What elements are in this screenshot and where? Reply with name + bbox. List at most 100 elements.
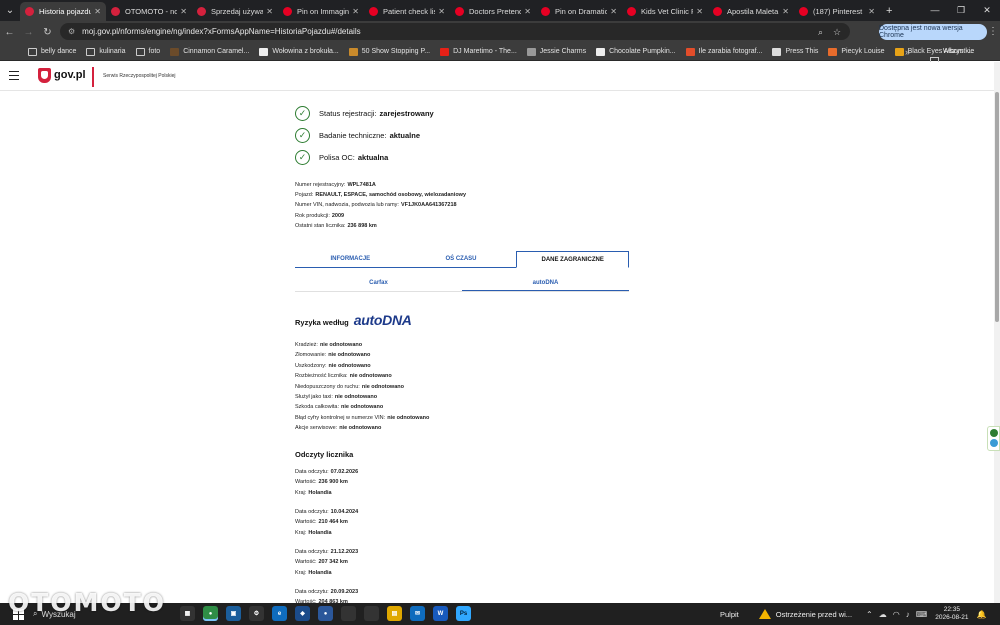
close-circle-icon[interactable]: [989, 429, 998, 437]
odometer-date: Data odczytu: 20.09.2023: [295, 589, 358, 595]
app-icon[interactable]: ◆: [295, 606, 310, 621]
bookmark-item[interactable]: Wołowina z brokuła...: [259, 47, 339, 56]
status-label: Status rejestracji:: [319, 108, 377, 118]
bookmark-item[interactable]: foto: [135, 47, 160, 56]
bookmark-item[interactable]: kulinaria: [86, 47, 126, 56]
reload-icon[interactable]: ↻: [38, 27, 57, 38]
address-bar[interactable]: ⚙ moj.gov.pl/nforms/engine/ng/index?xFor…: [60, 23, 850, 40]
bookmark-item[interactable]: Jessie Charms: [526, 47, 586, 56]
bookmark-item[interactable]: DJ Maretimo - The...: [440, 47, 517, 56]
blank-icon[interactable]: [341, 606, 356, 621]
warning-notification[interactable]: Ostrzeżenie przed wi...: [758, 609, 852, 619]
bookmark-item[interactable]: Cinnamon Caramel...: [170, 47, 249, 56]
risk-item: Uszkodzony: nie odnotowano: [295, 363, 371, 369]
close-window-icon[interactable]: ✕: [974, 0, 1000, 21]
back-icon[interactable]: ←: [0, 27, 19, 38]
edge-icon[interactable]: e: [272, 606, 287, 621]
tab-carfax[interactable]: Carfax: [295, 276, 462, 291]
page-scrollbar[interactable]: [994, 62, 1000, 603]
close-tab-icon[interactable]: ✕: [266, 7, 273, 16]
browser-tab[interactable]: Historia pojazdu ✕: [20, 2, 106, 21]
bookmark-item[interactable]: belly dance: [28, 47, 76, 56]
chrome-update-button[interactable]: Dostępna jest nowa wersja Chrome: [879, 24, 987, 40]
system-tray: Pulpit Ostrzeżenie przed wi... ⌃ ☁ ◠ ♪ ⌨…: [720, 603, 987, 625]
bookmark-item[interactable]: Chocolate Pumpkin...: [596, 47, 676, 56]
browser-tab[interactable]: Kids Vet Clinic Pa✕: [622, 2, 708, 21]
scrollbar-thumb[interactable]: [995, 92, 999, 322]
close-tab-icon[interactable]: ✕: [782, 7, 789, 16]
gov-pl-logo[interactable]: gov.pl: [54, 69, 86, 81]
forward-icon[interactable]: →: [19, 27, 38, 38]
site-info-icon[interactable]: ⚙: [68, 27, 75, 36]
mail-icon[interactable]: ✉: [410, 606, 425, 621]
close-tab-icon[interactable]: ✕: [180, 7, 187, 16]
photoshop-icon[interactable]: Ps: [456, 606, 471, 621]
volume-icon[interactable]: ♪: [906, 610, 910, 619]
browser-tab[interactable]: OTOMOTO - nowe✕: [106, 2, 192, 21]
browser-tab[interactable]: (187) Pinterest ✕: [794, 2, 880, 21]
task-view-icon[interactable]: ▦: [180, 606, 195, 621]
close-tab-icon[interactable]: ✕: [438, 7, 445, 16]
tab-os-czasu[interactable]: OŚ CZASU: [406, 251, 517, 267]
widget-icon[interactable]: [989, 439, 998, 447]
bookmark-label: Wołowina z brokuła...: [272, 48, 339, 55]
check-circle-icon: ✓: [295, 127, 310, 143]
blank-icon-2[interactable]: [364, 606, 379, 621]
close-tab-icon[interactable]: ✕: [524, 7, 531, 16]
risk-item: Rozbieżność licznika: nie odnotowano: [295, 373, 392, 379]
browser-tab[interactable]: Sprzedaj używane✕: [192, 2, 278, 21]
app-blue-icon[interactable]: ●: [318, 606, 333, 621]
menu-kebab-icon[interactable]: ⋮: [988, 21, 998, 43]
bookmark-item[interactable]: Ile zarabia fotograf...: [685, 47, 762, 56]
browser-tab[interactable]: Pin on Dramatic ✕: [536, 2, 622, 21]
bookmarks-overflow-icon[interactable]: »: [905, 43, 910, 61]
otomoto-watermark: OTOMOTO: [8, 588, 166, 617]
bookmark-item[interactable]: Press This: [772, 47, 818, 56]
bookmark-label: Chocolate Pumpkin...: [609, 48, 676, 55]
new-tab-button[interactable]: +: [886, 5, 892, 17]
bookmark-favicon-icon: [685, 47, 695, 56]
odometer-value: Holandia: [308, 529, 332, 536]
settings-icon[interactable]: ⚙: [249, 606, 264, 621]
browser-tab[interactable]: Pin on Immagini ✕: [278, 2, 364, 21]
browser-tab[interactable]: Doctors Pretend ✕: [450, 2, 536, 21]
chevron-up-icon[interactable]: ⌃: [866, 610, 873, 619]
browser-tab[interactable]: Patient check list ✕: [364, 2, 450, 21]
hamburger-menu-icon[interactable]: [9, 71, 19, 83]
clock[interactable]: 22:35 2026-08-21: [935, 606, 968, 622]
close-tab-icon[interactable]: ✕: [696, 7, 703, 16]
notification-bell-icon[interactable]: 🔔: [977, 610, 987, 619]
bookmark-item[interactable]: Piecyk Louise: [828, 47, 885, 56]
minimize-icon[interactable]: —: [922, 0, 948, 21]
cloud-icon[interactable]: ☁: [879, 610, 887, 619]
chrome-icon[interactable]: ●: [203, 606, 218, 621]
keyboard-icon[interactable]: ⌨: [916, 610, 928, 619]
close-tab-icon[interactable]: ✕: [352, 7, 359, 16]
tab-search-icon[interactable]: ⌄: [0, 0, 20, 21]
side-widget[interactable]: [987, 426, 1000, 451]
close-tab-icon[interactable]: ✕: [610, 7, 617, 16]
browser-tab[interactable]: Apostila Maleta M✕: [708, 2, 794, 21]
tab-autodna[interactable]: autoDNA: [462, 276, 629, 291]
status-label: Polisa OC:: [319, 152, 355, 162]
odometer-label: Data odczytu:: [295, 549, 329, 555]
odometer-value: Wartość: 210 464 km: [295, 519, 348, 525]
network-icon[interactable]: ◠: [893, 610, 900, 619]
detail-production-year: Rok produkcji: 2009: [295, 213, 345, 219]
tab-dane-zagraniczne[interactable]: DANE ZAGRANICZNE: [516, 251, 630, 269]
close-tab-icon[interactable]: ✕: [94, 7, 101, 16]
file-explorer-icon[interactable]: ▤: [387, 606, 402, 621]
odometer-value: Wartość: 207 342 km: [295, 559, 348, 565]
tab-informacje[interactable]: INFORMACJE: [295, 251, 406, 267]
word-icon[interactable]: W: [433, 606, 448, 621]
bookmark-favicon-icon: [894, 47, 904, 56]
maximize-icon[interactable]: ❐: [948, 0, 974, 21]
close-tab-icon[interactable]: ✕: [868, 7, 875, 16]
odometer-heading: Odczyty licznika: [295, 450, 354, 459]
desktop-toolbar[interactable]: Pulpit: [720, 610, 739, 619]
bookmark-star-icon[interactable]: ☆: [833, 27, 841, 38]
zoom-icon[interactable]: ⌕: [818, 27, 823, 38]
bookmark-favicon-icon: [828, 47, 838, 56]
store-icon[interactable]: ▣: [226, 606, 241, 621]
bookmark-item[interactable]: 50 Show Stopping P...: [348, 47, 430, 56]
